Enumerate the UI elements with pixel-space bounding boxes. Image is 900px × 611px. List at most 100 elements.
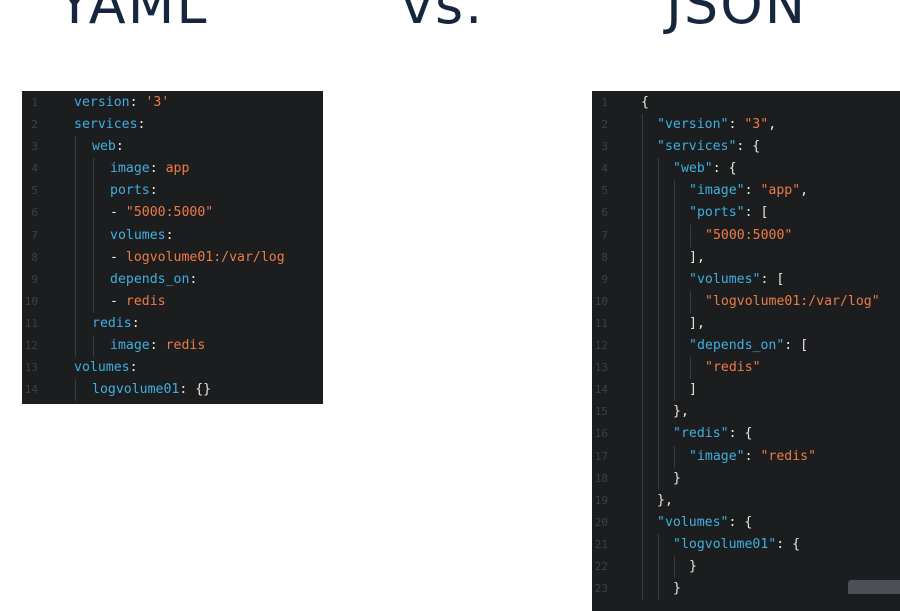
json-indent-guide xyxy=(658,467,659,490)
json-indent-guide xyxy=(658,578,659,601)
yaml-code-line: 6 - "5000:5000" xyxy=(22,202,323,225)
yaml-token-key: image xyxy=(110,338,150,354)
yaml-token-punctuation: : xyxy=(115,139,124,155)
json-line-number: 19 xyxy=(594,493,608,507)
json-code-text: } xyxy=(673,578,681,600)
json-code-line: 6 "ports": [ xyxy=(592,202,900,225)
yaml-token-punctuation: - xyxy=(110,205,126,221)
json-code-text: "version": "3", xyxy=(657,114,776,136)
json-indent-guide xyxy=(674,180,675,203)
json-indent-guide xyxy=(642,533,643,556)
yaml-line-number: 11 xyxy=(24,316,38,330)
yaml-line-number: 7 xyxy=(31,228,38,242)
yaml-line-number: 4 xyxy=(31,162,38,176)
json-indent-guide xyxy=(642,467,643,490)
json-indent-guide xyxy=(658,555,659,579)
vs-heading: vs. xyxy=(401,0,485,36)
json-code-text: "redis": { xyxy=(673,423,752,445)
yaml-token-key: image xyxy=(110,161,150,177)
yaml-indent-guide xyxy=(75,335,76,358)
json-code-line: 22} xyxy=(592,555,900,579)
player-control-tab[interactable] xyxy=(848,580,900,594)
yaml-token-key: redis xyxy=(92,315,132,331)
json-token-key: "ports" xyxy=(689,205,745,221)
json-indent-guide xyxy=(658,312,659,336)
yaml-line-number: 14 xyxy=(24,383,38,397)
json-code-text: "5000:5000" xyxy=(705,225,792,247)
json-indent-guide xyxy=(658,158,659,181)
yaml-token-string: app xyxy=(165,161,190,177)
yaml-token-punctuation: - xyxy=(110,293,126,309)
yaml-line-number: 9 xyxy=(31,272,38,286)
yaml-indent-guide xyxy=(75,202,76,225)
yaml-token-punctuation: : xyxy=(131,315,140,331)
yaml-indent-guide xyxy=(75,246,76,269)
yaml-line-number: 6 xyxy=(31,206,38,220)
yaml-code-text: volumes: xyxy=(110,225,174,247)
json-code-line: 12 "depends_on": [ xyxy=(592,335,900,358)
yaml-token-string: '3' xyxy=(145,95,170,110)
yaml-token-string: redis xyxy=(125,293,166,309)
yaml-token-string: redis xyxy=(165,338,206,354)
json-indent-guide xyxy=(674,246,675,269)
yaml-code-text: services: xyxy=(74,114,145,136)
yaml-indent-guide xyxy=(93,246,94,269)
json-token-punctuation: : { xyxy=(728,514,753,530)
yaml-token-string: logvolume01:/var/log xyxy=(125,249,285,265)
yaml-line-number: 3 xyxy=(31,140,38,154)
json-indent-guide xyxy=(642,489,643,512)
json-code-text: } xyxy=(673,468,681,490)
yaml-token-punctuation: - xyxy=(110,249,126,265)
json-token-string: "app" xyxy=(760,183,801,199)
json-token-punctuation: : [ xyxy=(760,271,785,287)
json-indent-guide xyxy=(658,401,659,424)
yaml-code-text: image: redis xyxy=(110,335,205,357)
yaml-code-line: 3 web: xyxy=(22,136,323,159)
json-indent-guide xyxy=(642,268,643,291)
yaml-code-line: 13 volumes: xyxy=(22,357,323,379)
yaml-token-punctuation: : xyxy=(129,95,146,110)
json-indent-guide xyxy=(658,290,659,313)
json-code-panel: 1{2 "version": "3", 3 "services": {4 "web": … xyxy=(592,91,900,611)
yaml-line-number: 10 xyxy=(24,294,38,308)
json-indent-guide xyxy=(658,224,659,247)
yaml-code-line: 4 image: app xyxy=(22,158,323,181)
json-line-number: 12 xyxy=(594,339,608,353)
json-code-text: "image": "redis" xyxy=(689,446,816,468)
json-token-key: "web" xyxy=(673,161,713,177)
json-token-punctuation: ], xyxy=(689,315,705,331)
yaml-heading: YAML xyxy=(58,0,209,36)
yaml-code-text: logvolume01: {} xyxy=(92,379,211,401)
json-code-text: "web": { xyxy=(673,158,737,180)
json-indent-guide xyxy=(642,379,643,402)
yaml-code-text: version: '3' xyxy=(74,92,169,114)
json-indent-guide xyxy=(674,268,675,291)
json-token-key: "image" xyxy=(689,448,745,464)
json-token-punctuation: } xyxy=(689,558,697,574)
json-indent-guide xyxy=(674,290,675,313)
yaml-code-lines: 1 version: '3' 2 services: 3 web: 4 image: app 5… xyxy=(22,91,323,402)
json-indent-guide xyxy=(658,202,659,225)
json-indent-guide xyxy=(642,224,643,247)
json-indent-guide xyxy=(642,290,643,313)
json-code-text: "ports": [ xyxy=(689,202,768,224)
json-indent-guide xyxy=(658,423,659,446)
json-code-line: 2 "version": "3", xyxy=(592,114,900,137)
json-code-text: { xyxy=(641,92,649,114)
yaml-code-line: 1 version: '3' xyxy=(22,92,323,114)
yaml-code-text: - "5000:5000" xyxy=(110,202,213,224)
json-token-punctuation: : [ xyxy=(784,338,809,354)
yaml-token-punctuation: : {} xyxy=(179,382,212,398)
yaml-token-key: web xyxy=(92,139,116,155)
json-indent-guide xyxy=(642,136,643,159)
json-heading: JSON xyxy=(666,0,808,36)
json-token-punctuation: : { xyxy=(776,536,801,552)
json-token-key: "redis" xyxy=(673,426,729,442)
json-indent-guide xyxy=(642,180,643,203)
json-indent-guide xyxy=(658,445,659,468)
json-line-number: 7 xyxy=(601,228,608,242)
yaml-token-key: ports xyxy=(110,183,150,199)
json-indent-guide xyxy=(674,224,675,247)
yaml-token-string: "5000:5000" xyxy=(125,205,214,221)
yaml-code-text: - logvolume01:/var/log xyxy=(110,247,285,269)
